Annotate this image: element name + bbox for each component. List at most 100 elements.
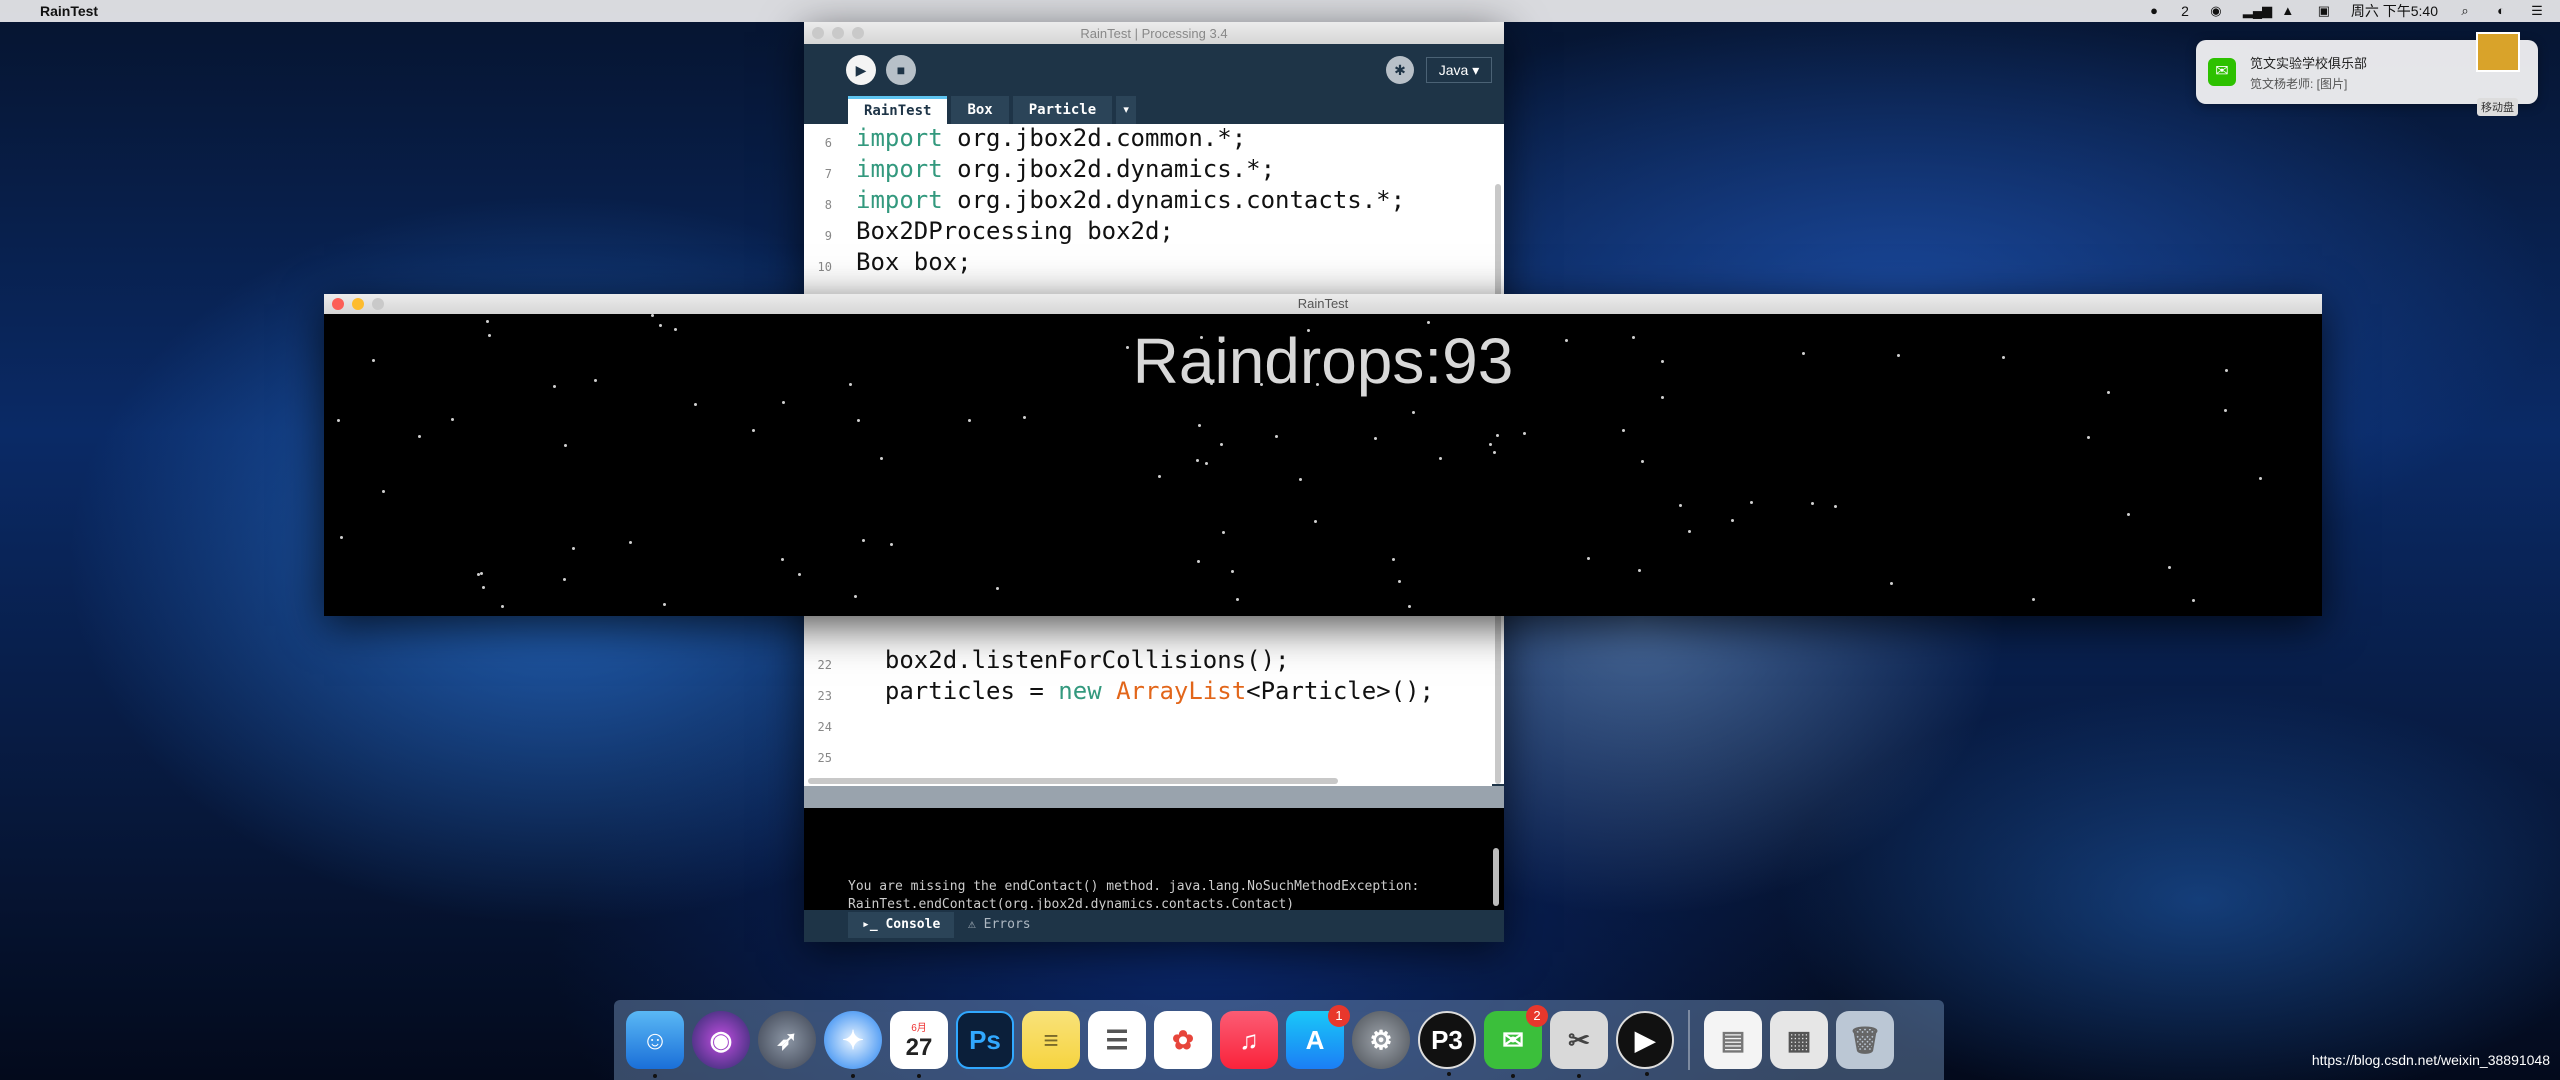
code-text: Box2DProcessing box2d; [856,217,1174,245]
console-divider[interactable] [804,786,1504,808]
raindrop [1210,382,1213,385]
wechat-count: 2 [2181,3,2189,19]
ide-title: RainTest | Processing 3.4 [1080,25,1228,41]
zoom-button[interactable] [852,27,864,39]
raindrop [659,324,662,327]
sketch-canvas[interactable]: Raindrops:93 [324,314,2322,616]
wechat-icon[interactable]: ✉ 2 [1484,1005,1548,1078]
tab-errors[interactable]: ⚠ Errors [954,912,1045,938]
raindrop [1408,605,1411,608]
notes-icon[interactable]: ≡ [1022,1011,1080,1069]
finder-icon[interactable]: ☺ [626,1011,684,1078]
tab-raintest[interactable]: RainTest [848,96,948,124]
app-name-menu[interactable]: RainTest [40,3,98,19]
wechat-status-icon[interactable]: ● [2145,4,2163,18]
menu-bar: RainTest ● 2 ◉ ▂▄▆ ▲ ▣ 周六 下午5:40 ⌕ ◐ ☰ [0,0,2560,22]
processing-icon[interactable]: P3 [1418,1011,1476,1076]
code-line: box2d.listenForCollisions(); [856,646,1290,674]
close-button[interactable] [332,298,344,310]
document-icon[interactable]: ▤ [1704,1011,1762,1069]
raindrop [594,379,597,382]
raindrop [674,328,677,331]
launchpad-icon[interactable]: ➶ [758,1011,816,1069]
siri-icon[interactable]: ◐ [2492,4,2510,18]
raindrop [890,543,893,546]
code-line: import org.jbox2d.dynamics.*; [856,155,1275,183]
raindrop [1679,504,1682,507]
raindrop [1661,360,1664,363]
raindrop [2168,566,2171,569]
tabs-menu-button[interactable]: ▾ [1116,96,1137,124]
raindrop [2127,513,2130,516]
raindrop [968,419,971,422]
tab-console[interactable]: ▸_ Console [848,912,955,938]
scroll-thumb[interactable] [808,778,1338,784]
raindrop [1641,460,1644,463]
photoshop-icon[interactable]: Ps [956,1011,1014,1069]
running-indicator [1645,1072,1649,1076]
sketch-window: RainTest Raindrops:93 [324,294,2322,616]
mode-selector[interactable]: Java ▾ [1426,57,1492,83]
ide-titlebar[interactable]: RainTest | Processing 3.4 [804,22,1504,44]
dock: ☺ ◉ ➶ ✦ 6月 27 Ps ≡ ☰ ✿ ♫ A1 ⚙ P3 ✉ 2 ✂ ▶ ▤… [614,1000,1944,1080]
eye-status-icon[interactable]: ◉ [2207,4,2225,18]
line-number: 6 [824,136,832,150]
search-icon[interactable]: ⌕ [2456,4,2474,18]
siri-icon[interactable]: ◉ [692,1011,750,1069]
window-controls [332,298,384,310]
raindrop [1374,437,1377,440]
reminders-icon[interactable]: ☰ [1088,1011,1146,1069]
console-scrollbar[interactable] [1492,808,1500,908]
raindrop [2032,598,2035,601]
dock-separator [1688,1010,1690,1070]
raindrop [1489,443,1492,446]
input-method-icon[interactable]: ▣ [2315,4,2333,18]
wechat-notification[interactable]: ✉ 笕文实验学校俱乐部 笕文杨老师: [图片] 移动盘 [2196,32,2538,116]
raindrop [1565,339,1568,342]
screenshot-tool-icon[interactable]: ✂ [1550,1011,1608,1078]
trash-icon[interactable]: 🗑 [1836,1011,1894,1069]
scroll-thumb[interactable] [1493,848,1499,906]
run-button[interactable]: ▶ [846,55,876,85]
signal-icon[interactable]: ▂▄▆ [2243,4,2272,18]
console-panel: You are missing the endContact() method.… [804,808,1504,912]
raindrop [1197,560,1200,563]
minimize-button[interactable] [832,27,844,39]
photos-icon[interactable]: ✿ [1154,1011,1212,1069]
code-text: org.jbox2d.dynamics.contacts.*; [942,186,1406,214]
stop-button[interactable]: ■ [886,55,916,85]
code-line: import org.jbox2d.dynamics.contacts.*; [856,186,1405,214]
raindrop [480,572,483,575]
tab-box[interactable]: Box [951,96,1009,124]
raindrop [781,558,784,561]
console-footer: ▸_ Console ⚠ Errors [804,910,1504,942]
running-indicator [1511,1074,1515,1078]
clock[interactable]: 周六 下午5:40 [2351,1,2438,21]
editor-horizontal-scrollbar[interactable] [804,776,1492,786]
calendar-icon[interactable]: 6月 27 [890,1011,948,1078]
raindrop [340,536,343,539]
sketch-titlebar[interactable]: RainTest [324,294,2322,314]
raindrop [486,320,489,323]
minimize-button[interactable] [352,298,364,310]
upload-icon[interactable]: ▲ [2279,4,2297,18]
raindrop [1222,531,1225,534]
app-store-icon[interactable]: A1 [1286,1005,1350,1069]
music-icon[interactable]: ♫ [1220,1011,1278,1069]
debug-button[interactable]: ✱ [1386,56,1414,84]
raindrop [1205,462,1208,465]
code-line: particles = new ArrayList<Particle>(); [856,677,1434,705]
raintest-sketch-icon[interactable]: ▶ [1616,1011,1674,1076]
raindrop [629,541,632,544]
safari-icon[interactable]: ✦ [824,1011,882,1078]
tab-particle[interactable]: Particle [1012,96,1113,124]
downloads-stack-icon[interactable]: ▦ [1770,1011,1828,1069]
notification-center-icon[interactable]: ☰ [2528,4,2546,18]
raindrop [553,385,556,388]
raindrop [1196,459,1199,462]
system-preferences-icon[interactable]: ⚙ [1352,1011,1410,1069]
zoom-button[interactable] [372,298,384,310]
close-button[interactable] [812,27,824,39]
sketch-title: RainTest [1297,296,1349,311]
raindrop [572,547,575,550]
